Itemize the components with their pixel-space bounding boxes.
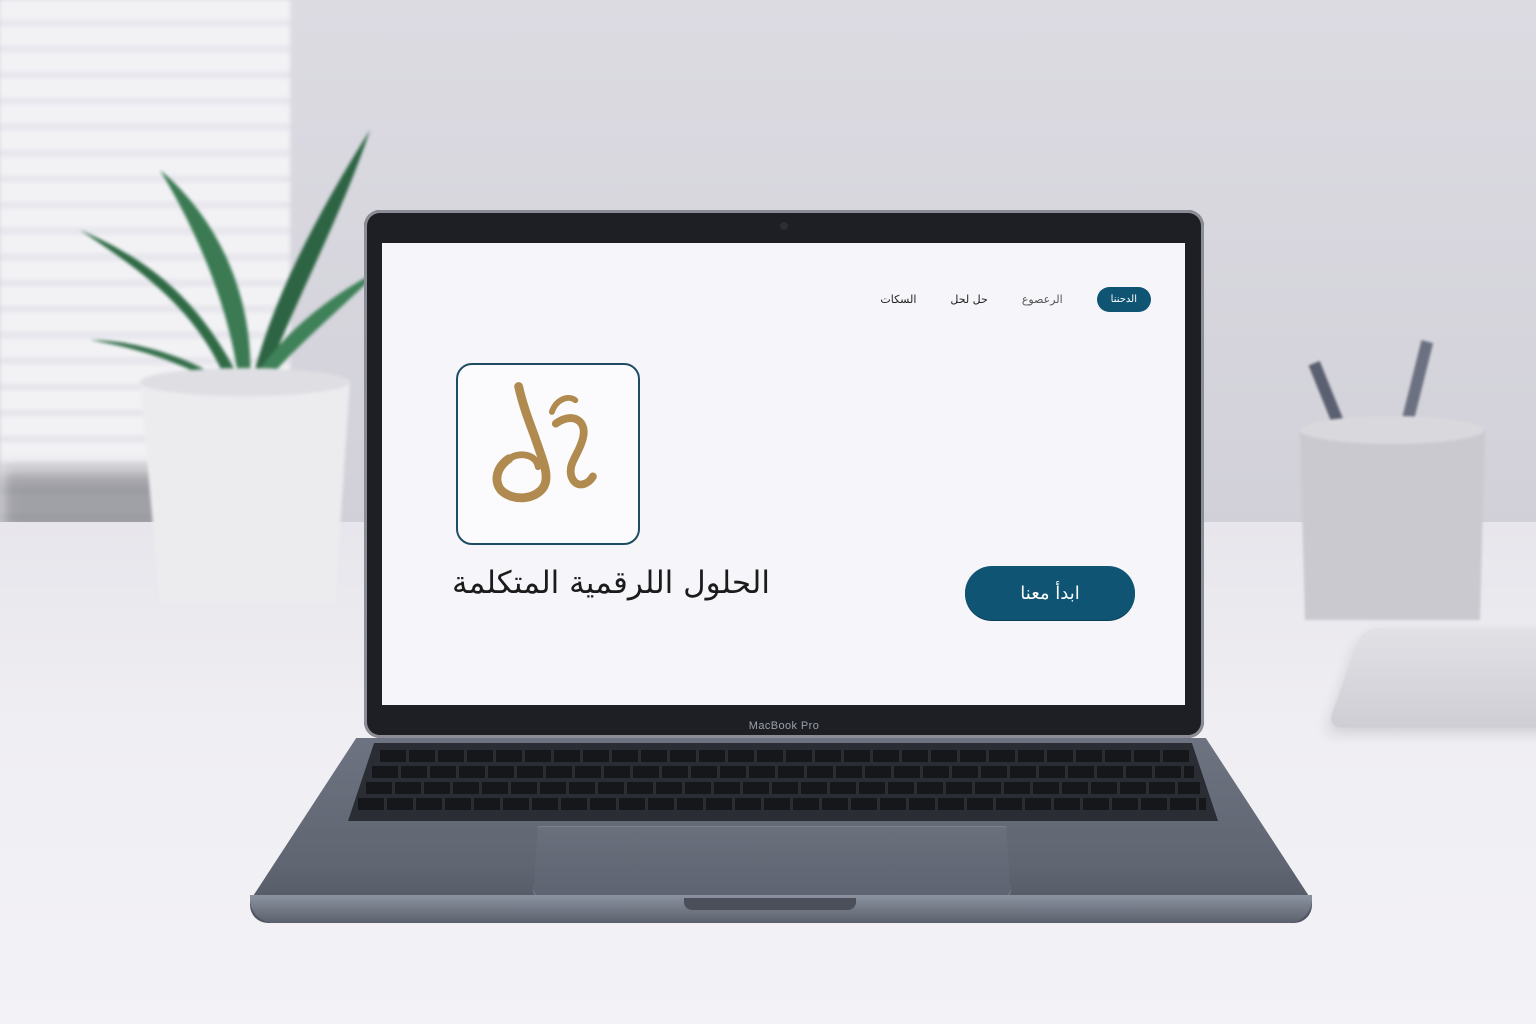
- top-nav: السكات حل لحل الرعصوع الدحننا: [880, 287, 1151, 312]
- potted-plant: [80, 130, 380, 605]
- scene: MacBook Pro السكات حل لحل الرعصوع الدحنن…: [0, 0, 1536, 1024]
- key-row: [372, 766, 1194, 778]
- trackpad: [533, 826, 1011, 898]
- pen-holder: [1300, 340, 1485, 620]
- laptop-screen: السكات حل لحل الرعصوع الدحننا الحلول الل…: [382, 243, 1185, 705]
- device-brand-label: MacBook Pro: [748, 720, 820, 732]
- camera-icon: [780, 222, 788, 230]
- cta-button[interactable]: ابدأ معنا: [965, 566, 1135, 620]
- tablet-device: [1326, 628, 1536, 728]
- lid-notch: [684, 898, 856, 910]
- nav-item-3[interactable]: الرعصوع: [1022, 293, 1063, 306]
- hero-title: الحلول اللرقمية المتكلمة: [452, 565, 770, 601]
- arabic-calligraphy-logo-icon: [492, 382, 597, 503]
- nav-pill-button[interactable]: الدحننا: [1096, 287, 1151, 312]
- nav-item-2[interactable]: حل لحل: [950, 293, 987, 306]
- key-row: [380, 750, 1190, 762]
- key-row: [358, 798, 1206, 810]
- nav-item-1[interactable]: السكات: [880, 293, 916, 306]
- brand-logo: [456, 363, 640, 545]
- key-row: [366, 782, 1200, 794]
